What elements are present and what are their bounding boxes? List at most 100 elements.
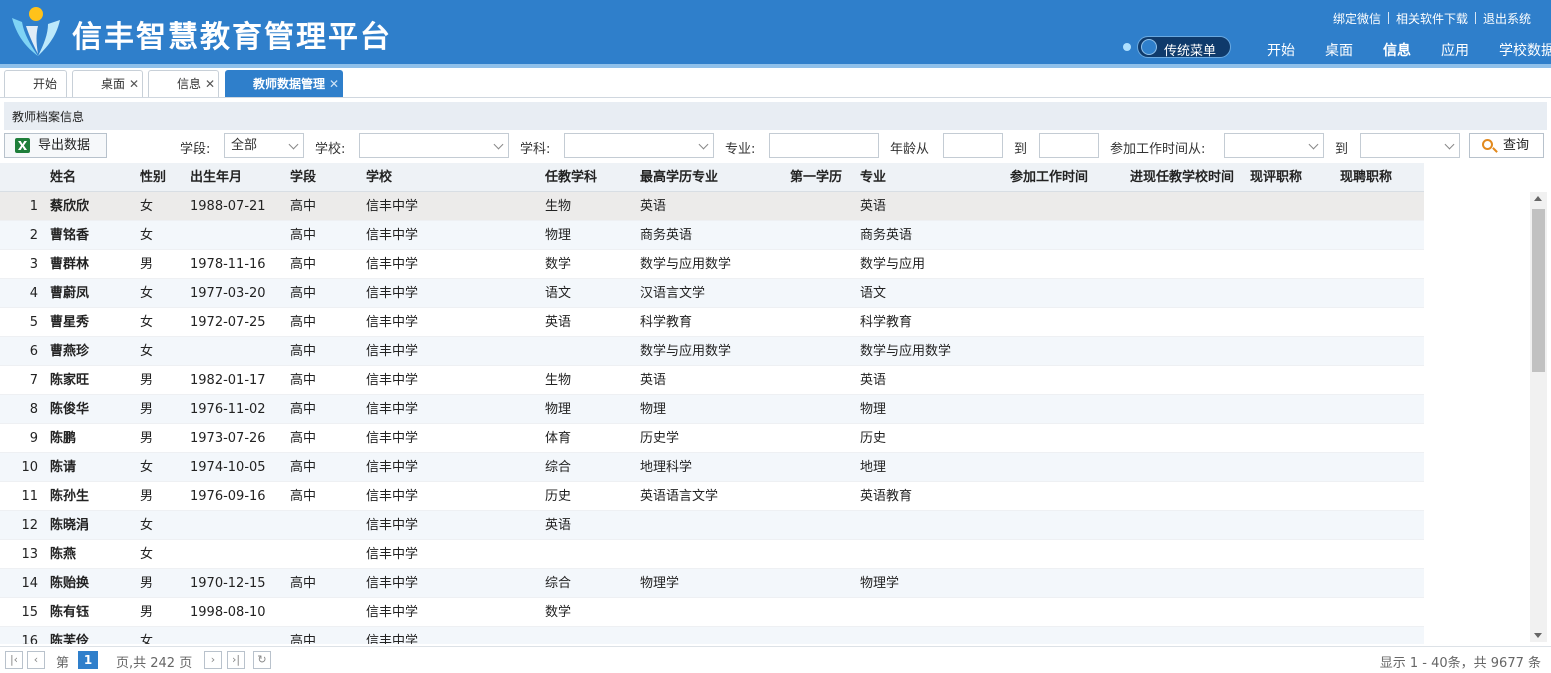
row-number: 9: [29, 431, 38, 446]
subject-select[interactable]: [564, 133, 714, 158]
table-row[interactable]: 8 陈俊华 男 1976-11-02 高中 信丰中学 物理 物理 物理: [0, 395, 1424, 424]
major-input[interactable]: [769, 133, 879, 158]
cell-major: 语文: [860, 286, 887, 301]
cell-subject: 语文: [545, 286, 572, 301]
col-school[interactable]: 学校: [366, 163, 536, 192]
search-button[interactable]: 查询: [1469, 133, 1544, 158]
nav-school-data[interactable]: 学校数据: [1484, 38, 1551, 64]
nav-apps[interactable]: 应用: [1426, 38, 1484, 64]
nav-info[interactable]: 信息: [1368, 38, 1426, 64]
tab-bar: 开始 桌面 ✕ 信息 ✕ 教师数据管理 ✕: [0, 68, 1551, 98]
cell-gender: 女: [140, 199, 154, 214]
col-work-start[interactable]: 参加工作时间: [1010, 163, 1125, 192]
bind-wechat-link[interactable]: 绑定微信: [1333, 12, 1381, 26]
table-row[interactable]: 7 陈家旺 男 1982-01-17 高中 信丰中学 生物 英语 英语: [0, 366, 1424, 395]
table-row[interactable]: 16 陈芙伶 女 高中 信丰中学: [0, 627, 1424, 644]
cell-top-major: 物理: [640, 402, 667, 417]
cell-school: 信丰中学: [366, 199, 419, 214]
cell-school: 信丰中学: [366, 257, 419, 272]
cell-top-major: 历史学: [640, 431, 680, 446]
close-icon[interactable]: ✕: [329, 71, 339, 97]
cell-subject: 综合: [545, 576, 572, 591]
cell-top-major: [640, 627, 785, 644]
scroll-up-icon[interactable]: [1534, 196, 1542, 201]
vertical-scrollbar[interactable]: [1530, 192, 1547, 642]
export-button[interactable]: 导出数据: [4, 133, 107, 158]
table-row[interactable]: 13 陈燕 女 信丰中学: [0, 540, 1424, 569]
col-title-evaluated[interactable]: 现评职称: [1250, 163, 1335, 192]
col-top-major[interactable]: 最高学历专业: [640, 163, 785, 192]
table-row[interactable]: 10 陈请 女 1974-10-05 高中 信丰中学 综合 地理科学 地理: [0, 453, 1424, 482]
cell-major: 数学与应用数学: [860, 344, 952, 359]
cell-stage: 高中: [290, 373, 317, 388]
cell-top-major: 地理科学: [640, 460, 693, 475]
tab-info[interactable]: 信息 ✕: [148, 70, 219, 97]
app-title: 信丰智慧教育管理平台: [72, 20, 392, 55]
classic-menu-toggle[interactable]: 传统菜单: [1123, 36, 1231, 59]
cell-top-major: 商务英语: [640, 228, 693, 243]
stage-select[interactable]: 全部: [224, 133, 304, 158]
cell-stage: 高中: [290, 199, 317, 214]
close-icon[interactable]: ✕: [129, 71, 139, 97]
tab-desktop[interactable]: 桌面 ✕: [72, 70, 143, 97]
col-stage[interactable]: 学段: [290, 163, 360, 192]
tab-teacher-data[interactable]: 教师数据管理 ✕: [225, 70, 343, 97]
work-from-select[interactable]: [1224, 133, 1324, 158]
tab-start[interactable]: 开始: [4, 70, 67, 97]
col-major[interactable]: 专业: [860, 163, 1005, 192]
table-row[interactable]: 15 陈有钰 男 1998-08-10 信丰中学 数学: [0, 598, 1424, 627]
cell-birth: [190, 511, 285, 540]
scroll-thumb[interactable]: [1532, 209, 1545, 372]
table-row[interactable]: 1 蔡欣欣 女 1988-07-21 高中 信丰中学 生物 英语 英语: [0, 192, 1424, 221]
col-subject[interactable]: 任教学科: [545, 163, 635, 192]
work-to-select[interactable]: [1360, 133, 1460, 158]
software-download-link[interactable]: 相关软件下载: [1396, 12, 1468, 26]
pager: |‹ ‹ 第 1 页,共 242 页 › ›| ↻ 显示 1 - 40条，共 9…: [0, 646, 1551, 673]
work-from-label: 参加工作时间从:: [1110, 142, 1206, 157]
row-number: 5: [29, 315, 38, 330]
row-number: 11: [21, 489, 38, 504]
cell-major: 物理: [860, 402, 887, 417]
close-icon[interactable]: ✕: [205, 71, 215, 97]
col-name[interactable]: 姓名: [50, 163, 135, 192]
table-row[interactable]: 5 曹星秀 女 1972-07-25 高中 信丰中学 英语 科学教育 科学教育: [0, 308, 1424, 337]
table-row[interactable]: 9 陈鹏 男 1973-07-26 高中 信丰中学 体育 历史学 历史: [0, 424, 1424, 453]
row-number: 2: [29, 228, 38, 243]
table-row[interactable]: 2 曹铭香 女 高中 信丰中学 物理 商务英语 商务英语: [0, 221, 1424, 250]
table-row[interactable]: 11 陈孙生 男 1976-09-16 高中 信丰中学 历史 英语语言文学 英语教育: [0, 482, 1424, 511]
col-gender[interactable]: 性别: [140, 163, 185, 192]
table-row[interactable]: 3 曹群林 男 1978-11-16 高中 信丰中学 数学 数学与应用数学 数学与应用: [0, 250, 1424, 279]
page-total: 页,共 242 页: [116, 656, 193, 671]
next-page-icon[interactable]: ›: [204, 651, 222, 669]
table-row[interactable]: 12 陈晓涓 女 信丰中学 英语: [0, 511, 1424, 540]
first-page-icon[interactable]: |‹: [5, 651, 23, 669]
age-to-input[interactable]: [1039, 133, 1099, 158]
scroll-down-icon[interactable]: [1534, 633, 1542, 638]
current-page-input[interactable]: 1: [78, 651, 98, 669]
record-summary: 显示 1 - 40条，共 9677 条: [1379, 656, 1541, 671]
age-from-input[interactable]: [943, 133, 1003, 158]
table-row[interactable]: 4 曹蔚凤 女 1977-03-20 高中 信丰中学 语文 汉语言文学 语文: [0, 279, 1424, 308]
nav-start[interactable]: 开始: [1252, 38, 1310, 64]
col-first-degree[interactable]: 第一学历: [790, 163, 855, 192]
col-school-join[interactable]: 进现任教学校时间: [1130, 163, 1246, 192]
table-row[interactable]: 6 曹燕珍 女 高中 信丰中学 数学与应用数学 数学与应用数学: [0, 337, 1424, 366]
cell-subject: 生物: [545, 199, 572, 214]
school-select[interactable]: [359, 133, 509, 158]
col-title-employed[interactable]: 现聘职称: [1340, 163, 1420, 192]
age-to-label: 到: [1014, 142, 1028, 157]
refresh-icon[interactable]: ↻: [253, 651, 271, 669]
logout-link[interactable]: 退出系统: [1483, 12, 1531, 26]
prev-page-icon[interactable]: ‹: [27, 651, 45, 669]
cell-name: 陈晓涓: [50, 518, 90, 533]
nav-desktop[interactable]: 桌面: [1310, 38, 1368, 64]
col-birth[interactable]: 出生年月: [190, 163, 285, 192]
cell-first-degree: [790, 366, 855, 395]
table-row[interactable]: 14 陈贻换 男 1970-12-15 高中 信丰中学 综合 物理学 物理学: [0, 569, 1424, 598]
cell-name: 陈俊华: [50, 402, 90, 417]
last-page-icon[interactable]: ›|: [227, 651, 245, 669]
cell-stage: 高中: [290, 228, 317, 243]
tab-label: 信息: [177, 77, 202, 91]
cell-stage: 高中: [290, 402, 317, 417]
toggle-switch[interactable]: 传统菜单: [1137, 36, 1231, 59]
